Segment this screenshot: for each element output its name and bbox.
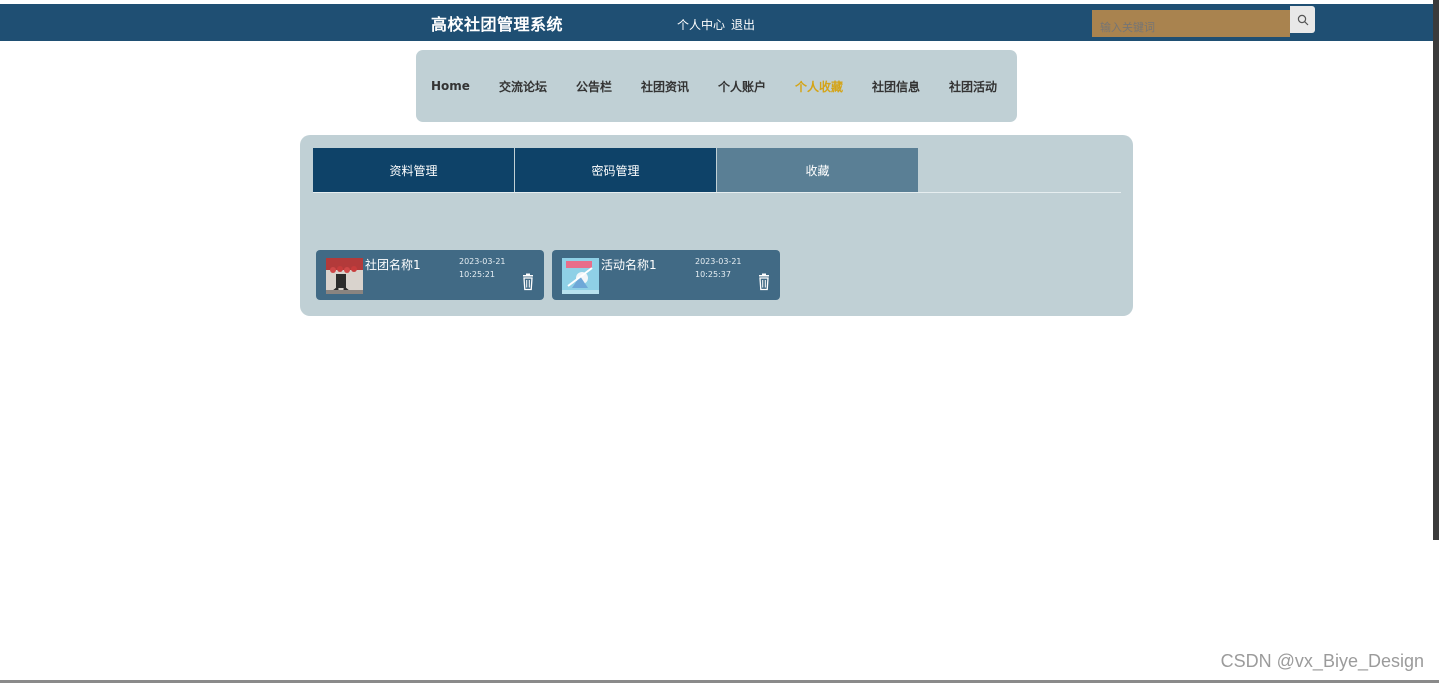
nav-account[interactable]: 个人账户 — [718, 78, 766, 95]
search-button[interactable] — [1290, 6, 1315, 33]
nav-notice[interactable]: 公告栏 — [576, 78, 612, 95]
search-input[interactable] — [1092, 10, 1290, 37]
favorite-timestamp: 2023-03-21 10:25:21 — [459, 257, 506, 279]
nav-home[interactable]: Home — [431, 79, 470, 93]
nav-club-activity[interactable]: 社团活动 — [949, 78, 997, 95]
search-icon — [1297, 14, 1308, 25]
favorite-card[interactable]: 社团名称1 2023-03-21 10:25:21 — [316, 250, 544, 300]
nav-news[interactable]: 社团资讯 — [641, 78, 689, 95]
favorite-card[interactable]: 活动名称1 2023-03-21 10:25:37 — [552, 250, 780, 300]
top-bar: 高校社团管理系统 个人中心 退出 — [0, 4, 1433, 41]
top-links: 个人中心 退出 — [677, 16, 761, 33]
watermark: CSDN @vx_Biye_Design — [1220, 651, 1424, 671]
favorite-thumbnail — [326, 258, 363, 294]
favorite-timestamp: 2023-03-21 10:25:37 — [695, 257, 742, 279]
personal-center-link[interactable]: 个人中心 — [677, 18, 725, 32]
tab-password[interactable]: 密码管理 — [515, 148, 717, 192]
nav-forum[interactable]: 交流论坛 — [499, 78, 547, 95]
favorite-name: 社团名称1 — [365, 258, 421, 272]
tab-profile[interactable]: 资料管理 — [313, 148, 515, 192]
nav-club-info[interactable]: 社团信息 — [872, 78, 920, 95]
trash-icon[interactable] — [756, 273, 772, 291]
user-panel: 资料管理 密码管理 收藏 社团名称1 2023-03-21 10:25:21 活… — [300, 135, 1133, 316]
page-scrollbar[interactable] — [1433, 0, 1439, 540]
nav-favorites[interactable]: 个人收藏 — [795, 78, 843, 95]
logout-link[interactable]: 退出 — [731, 18, 755, 32]
main-nav: Home 交流论坛 公告栏 社团资讯 个人账户 个人收藏 社团信息 社团活动 — [416, 50, 1017, 122]
favorite-name: 活动名称1 — [601, 258, 657, 272]
tab-bar: 资料管理 密码管理 收藏 — [313, 148, 1121, 193]
favorite-thumbnail — [562, 258, 599, 294]
site-title: 高校社团管理系统 — [431, 15, 564, 34]
trash-icon[interactable] — [520, 273, 536, 291]
tab-favorites[interactable]: 收藏 — [717, 148, 919, 192]
